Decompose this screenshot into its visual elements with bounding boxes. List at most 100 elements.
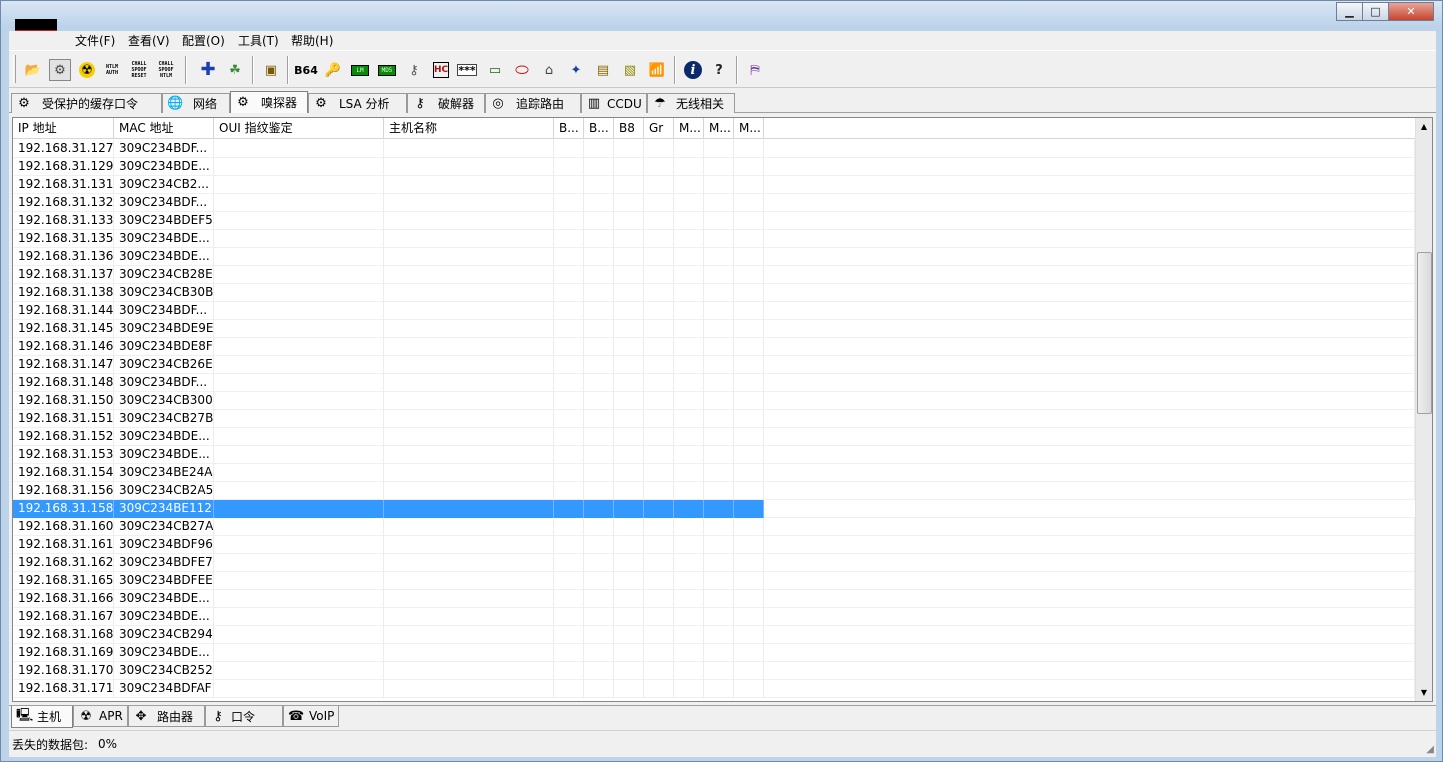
password-decoder-icon[interactable]: *** <box>457 64 477 76</box>
menu-view[interactable]: 查看(V) <box>128 32 170 49</box>
column-header[interactable]: IP 地址 <box>13 118 114 138</box>
hash-calculator-icon[interactable]: HC <box>433 62 449 78</box>
ip-address-cell: 192.168.31.171 <box>13 680 114 698</box>
vertical-scrollbar[interactable]: ▲ ▼ <box>1415 118 1432 701</box>
scroll-down-button[interactable]: ▼ <box>1416 684 1432 701</box>
scroll-thumb[interactable] <box>1417 252 1432 414</box>
column-header[interactable]: OUI 指纹鉴定 <box>214 118 384 138</box>
tab-passwords[interactable]: ⚷ 口令 <box>205 706 283 727</box>
table-row[interactable]: 192.168.31.151 309C234CB27B <box>13 410 1415 428</box>
column-header[interactable]: B... <box>554 118 584 138</box>
table-row[interactable]: 192.168.31.169 309C234BDE... <box>13 644 1415 662</box>
add-icon[interactable]: ✚ <box>197 59 219 81</box>
table-row[interactable]: 192.168.31.135 309C234BDE... <box>13 230 1415 248</box>
tab-voip[interactable]: ☎ VoIP <box>283 706 339 727</box>
table-row[interactable]: 192.168.31.133 309C234BDEF5 <box>13 212 1415 230</box>
table-row[interactable]: 192.168.31.158 309C234BE112 <box>13 500 1415 518</box>
table-row[interactable]: 192.168.31.165 309C234BDFEE <box>13 572 1415 590</box>
toolbar-grip[interactable] <box>13 55 16 83</box>
route-table-icon[interactable]: ⬭ <box>511 59 533 81</box>
table-row[interactable]: 192.168.31.156 309C234CB2A5 <box>13 482 1415 500</box>
column-header[interactable]: Gr <box>644 118 674 138</box>
table-row[interactable]: 192.168.31.153 309C234BDE... <box>13 446 1415 464</box>
table-row[interactable]: 192.168.31.154 309C234BE24A <box>13 464 1415 482</box>
table-row[interactable]: 192.168.31.132 309C234BDF... <box>13 194 1415 212</box>
table-row[interactable]: 192.168.31.138 309C234CB30B <box>13 284 1415 302</box>
table-row[interactable]: 192.168.31.146 309C234BDE8F <box>13 338 1415 356</box>
table-row[interactable]: 192.168.31.162 309C234BDFE7 <box>13 554 1415 572</box>
column-header[interactable]: B... <box>584 118 614 138</box>
chall-spoof-reset-icon[interactable]: CHALL SPOOF RESET <box>128 59 150 81</box>
chall-spoof-ntlm-icon[interactable]: CHALL SPOOF NTLM <box>155 59 177 81</box>
md5-hash-icon[interactable]: MD5 <box>376 59 398 81</box>
table-row[interactable]: 192.168.31.127 309C234BDF... <box>13 140 1415 158</box>
table-row[interactable]: 192.168.31.137 309C234CB28E <box>13 266 1415 284</box>
resize-grip-icon[interactable]: ◢ <box>1426 744 1434 755</box>
ntlm-auth-icon[interactable]: NTLM AUTH <box>101 59 123 81</box>
exit-icon[interactable]: ⛿ <box>744 59 766 81</box>
table-row[interactable]: 192.168.31.148 309C234BDF... <box>13 374 1415 392</box>
minimize-button[interactable]: ▁ <box>1336 2 1363 21</box>
open-folder-icon[interactable]: 📂 <box>22 59 44 81</box>
tab-lsa-analysis[interactable]: ⚙ LSA 分析 <box>308 93 407 113</box>
scan-icon[interactable]: ☘ <box>224 59 246 81</box>
title-bar[interactable]: ▁ □ ✕ <box>1 1 1442 27</box>
table-row[interactable]: 192.168.31.144 309C234BDF... <box>13 302 1415 320</box>
column-header[interactable]: M... <box>704 118 734 138</box>
box-revealer-icon[interactable]: ▭ <box>484 59 506 81</box>
base64-icon[interactable]: B64 <box>294 59 318 81</box>
table-row[interactable]: 192.168.31.166 309C234BDE... <box>13 590 1415 608</box>
tab-cached-passwords[interactable]: ⚙ 受保护的缓存口令 <box>11 93 162 113</box>
column-header[interactable]: B8 <box>614 118 644 138</box>
tab-ccdu[interactable]: ▥ CCDU <box>581 93 647 113</box>
table-row[interactable]: 192.168.31.161 309C234BDF96 <box>13 536 1415 554</box>
certificate-icon[interactable]: ▣ <box>260 59 282 81</box>
menu-config[interactable]: 配置(O) <box>182 32 225 49</box>
tab-routers[interactable]: ✥ 路由器 <box>128 706 205 727</box>
menu-file[interactable]: 文件(F) <box>75 32 115 49</box>
table-row[interactable]: 192.168.31.152 309C234BDE... <box>13 428 1415 446</box>
lock-icon[interactable]: ▧ <box>619 59 641 81</box>
table-row[interactable]: 192.168.31.168 309C234CB294 <box>13 626 1415 644</box>
tab-hosts[interactable]: 🖳 主机 <box>11 706 73 728</box>
table-row[interactable]: 192.168.31.160 309C234CB27A <box>13 518 1415 536</box>
sniffer-toggle-icon[interactable]: ⚙ <box>49 59 71 81</box>
column-header[interactable]: M... <box>674 118 704 138</box>
column-header[interactable]: MAC 地址 <box>114 118 214 138</box>
tab-network[interactable]: 🌐 网络 <box>162 93 230 113</box>
table-row[interactable]: 192.168.31.167 309C234BDE... <box>13 608 1415 626</box>
menu-help[interactable]: 帮助(H) <box>291 32 333 49</box>
tab-apr[interactable]: ☢ APR <box>73 706 128 727</box>
lm-hash-icon[interactable]: LM <box>349 59 371 81</box>
network-enum-icon[interactable]: ✦ <box>565 59 587 81</box>
maximize-button[interactable]: □ <box>1362 2 1389 21</box>
key-icon[interactable]: 🔑 <box>322 59 344 81</box>
table-row[interactable]: 192.168.31.131 309C234CB2... <box>13 176 1415 194</box>
wifi-icon[interactable]: 📶 <box>646 59 668 81</box>
column-header[interactable]: 主机名称 <box>384 118 554 138</box>
close-button[interactable]: ✕ <box>1388 2 1434 21</box>
home-icon[interactable]: ⌂ <box>538 59 560 81</box>
host-list[interactable]: IP 地址 MAC 地址 OUI 指纹鉴定 主机名称 B... B... B8 Gr M... M… <box>12 117 1433 702</box>
table-row[interactable]: 192.168.31.171 309C234BDFAF <box>13 680 1415 698</box>
column-header[interactable]: M... <box>734 118 764 138</box>
table-row[interactable]: 192.168.31.147 309C234CB26E <box>13 356 1415 374</box>
menu-tools[interactable]: 工具(T) <box>238 32 279 49</box>
table-row[interactable]: 192.168.31.129 309C234BDE... <box>13 158 1415 176</box>
tab-traceroute[interactable]: ◎ 追踪路由 <box>485 93 581 113</box>
database-icon[interactable]: ▤ <box>592 59 614 81</box>
tab-cracker[interactable]: ⚷ 破解器 <box>407 93 485 113</box>
help-icon[interactable]: ? <box>708 59 730 81</box>
tab-wireless[interactable]: ☂ 无线相关 <box>647 93 735 113</box>
tab-sniffer[interactable]: ⚙ 嗅探器 <box>230 91 308 113</box>
apr-toggle-icon[interactable]: ☢ <box>79 62 95 78</box>
table-row[interactable]: 192.168.31.136 309C234BDE... <box>13 248 1415 266</box>
wireless-key-icon[interactable]: ⚷ <box>403 59 425 81</box>
mac-address-cell: 309C234CB30B <box>114 284 214 302</box>
table-row[interactable]: 192.168.31.170 309C234CB252 <box>13 662 1415 680</box>
about-info-icon[interactable]: i <box>684 61 702 79</box>
scroll-up-button[interactable]: ▲ <box>1416 118 1432 135</box>
table-row[interactable]: 192.168.31.145 309C234BDE9E <box>13 320 1415 338</box>
table-cell <box>644 572 674 590</box>
table-row[interactable]: 192.168.31.150 309C234CB300 <box>13 392 1415 410</box>
